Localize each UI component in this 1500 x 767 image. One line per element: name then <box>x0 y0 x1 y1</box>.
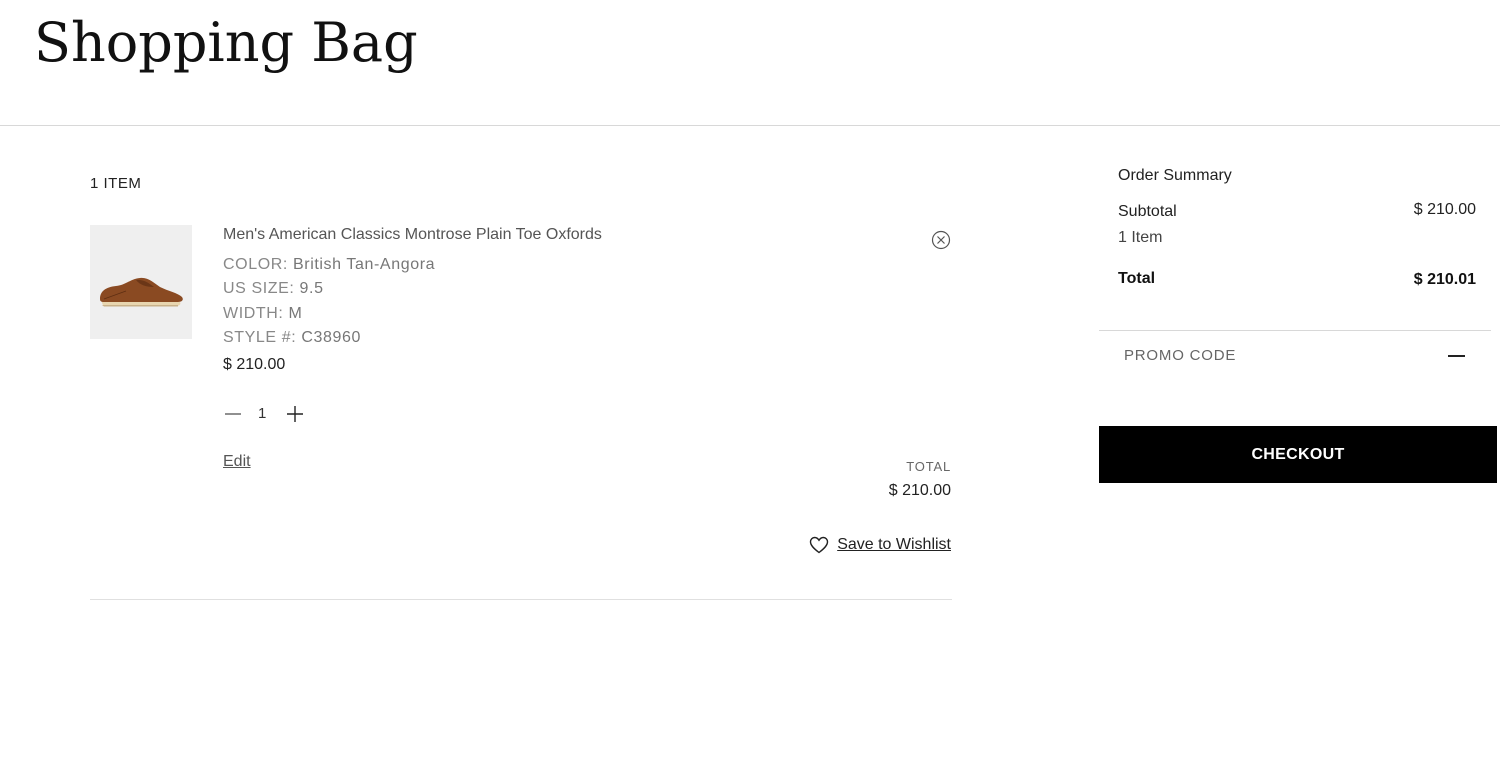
summary-item-count: 1 Item <box>1118 229 1163 246</box>
product-width: WIDTH: M <box>223 305 302 323</box>
quantity-value[interactable]: 1 <box>258 405 266 422</box>
product-name[interactable]: Men's American Classics Montrose Plain T… <box>223 226 602 244</box>
order-summary-title: Order Summary <box>1118 167 1232 184</box>
save-to-wishlist-button[interactable]: Save to Wishlist <box>809 536 951 554</box>
oxford-shoe-image <box>100 277 183 307</box>
style-label: STYLE #: <box>223 329 297 346</box>
quantity-decrease-button[interactable] <box>224 405 242 423</box>
item-count: 1 ITEM <box>90 175 142 192</box>
line-total-label: TOTAL <box>906 459 951 474</box>
color-label: COLOR: <box>223 256 288 273</box>
size-label: US SIZE: <box>223 280 295 297</box>
unit-price: $ 210.00 <box>223 356 286 373</box>
circle-x-icon <box>931 230 951 250</box>
width-label: WIDTH: <box>223 305 284 322</box>
wishlist-label: Save to Wishlist <box>837 536 951 553</box>
product-image[interactable] <box>90 225 192 339</box>
plus-icon <box>287 406 303 422</box>
subtotal-label: Subtotal <box>1118 203 1177 220</box>
edit-item-link[interactable]: Edit <box>223 453 251 471</box>
remove-item-button[interactable] <box>931 230 951 250</box>
promo-code-label[interactable]: PROMO CODE <box>1124 347 1236 364</box>
header-divider <box>0 125 1500 126</box>
summary-divider <box>1099 330 1491 331</box>
heart-icon <box>809 536 829 554</box>
style-value: C38960 <box>301 329 361 346</box>
minus-icon <box>225 413 241 415</box>
page-title: Shopping Bag <box>34 11 418 74</box>
promo-code-toggle-minus-icon[interactable] <box>1448 354 1466 358</box>
product-color: COLOR: British Tan-Angora <box>223 256 435 274</box>
line-total-value: $ 210.00 <box>888 482 951 499</box>
width-value: M <box>288 305 303 322</box>
total-label: Total <box>1118 270 1156 287</box>
checkout-button[interactable]: CHECKOUT <box>1099 426 1497 483</box>
product-style: STYLE #: C38960 <box>223 329 361 347</box>
subtotal-value: $ 210.00 <box>1413 201 1476 218</box>
total-value: $ 210.01 <box>1413 271 1476 288</box>
product-size: US SIZE: 9.5 <box>223 280 324 298</box>
item-divider <box>90 599 952 600</box>
color-value: British Tan-Angora <box>293 256 436 273</box>
size-value: 9.5 <box>299 280 324 297</box>
quantity-increase-button[interactable] <box>286 405 304 423</box>
